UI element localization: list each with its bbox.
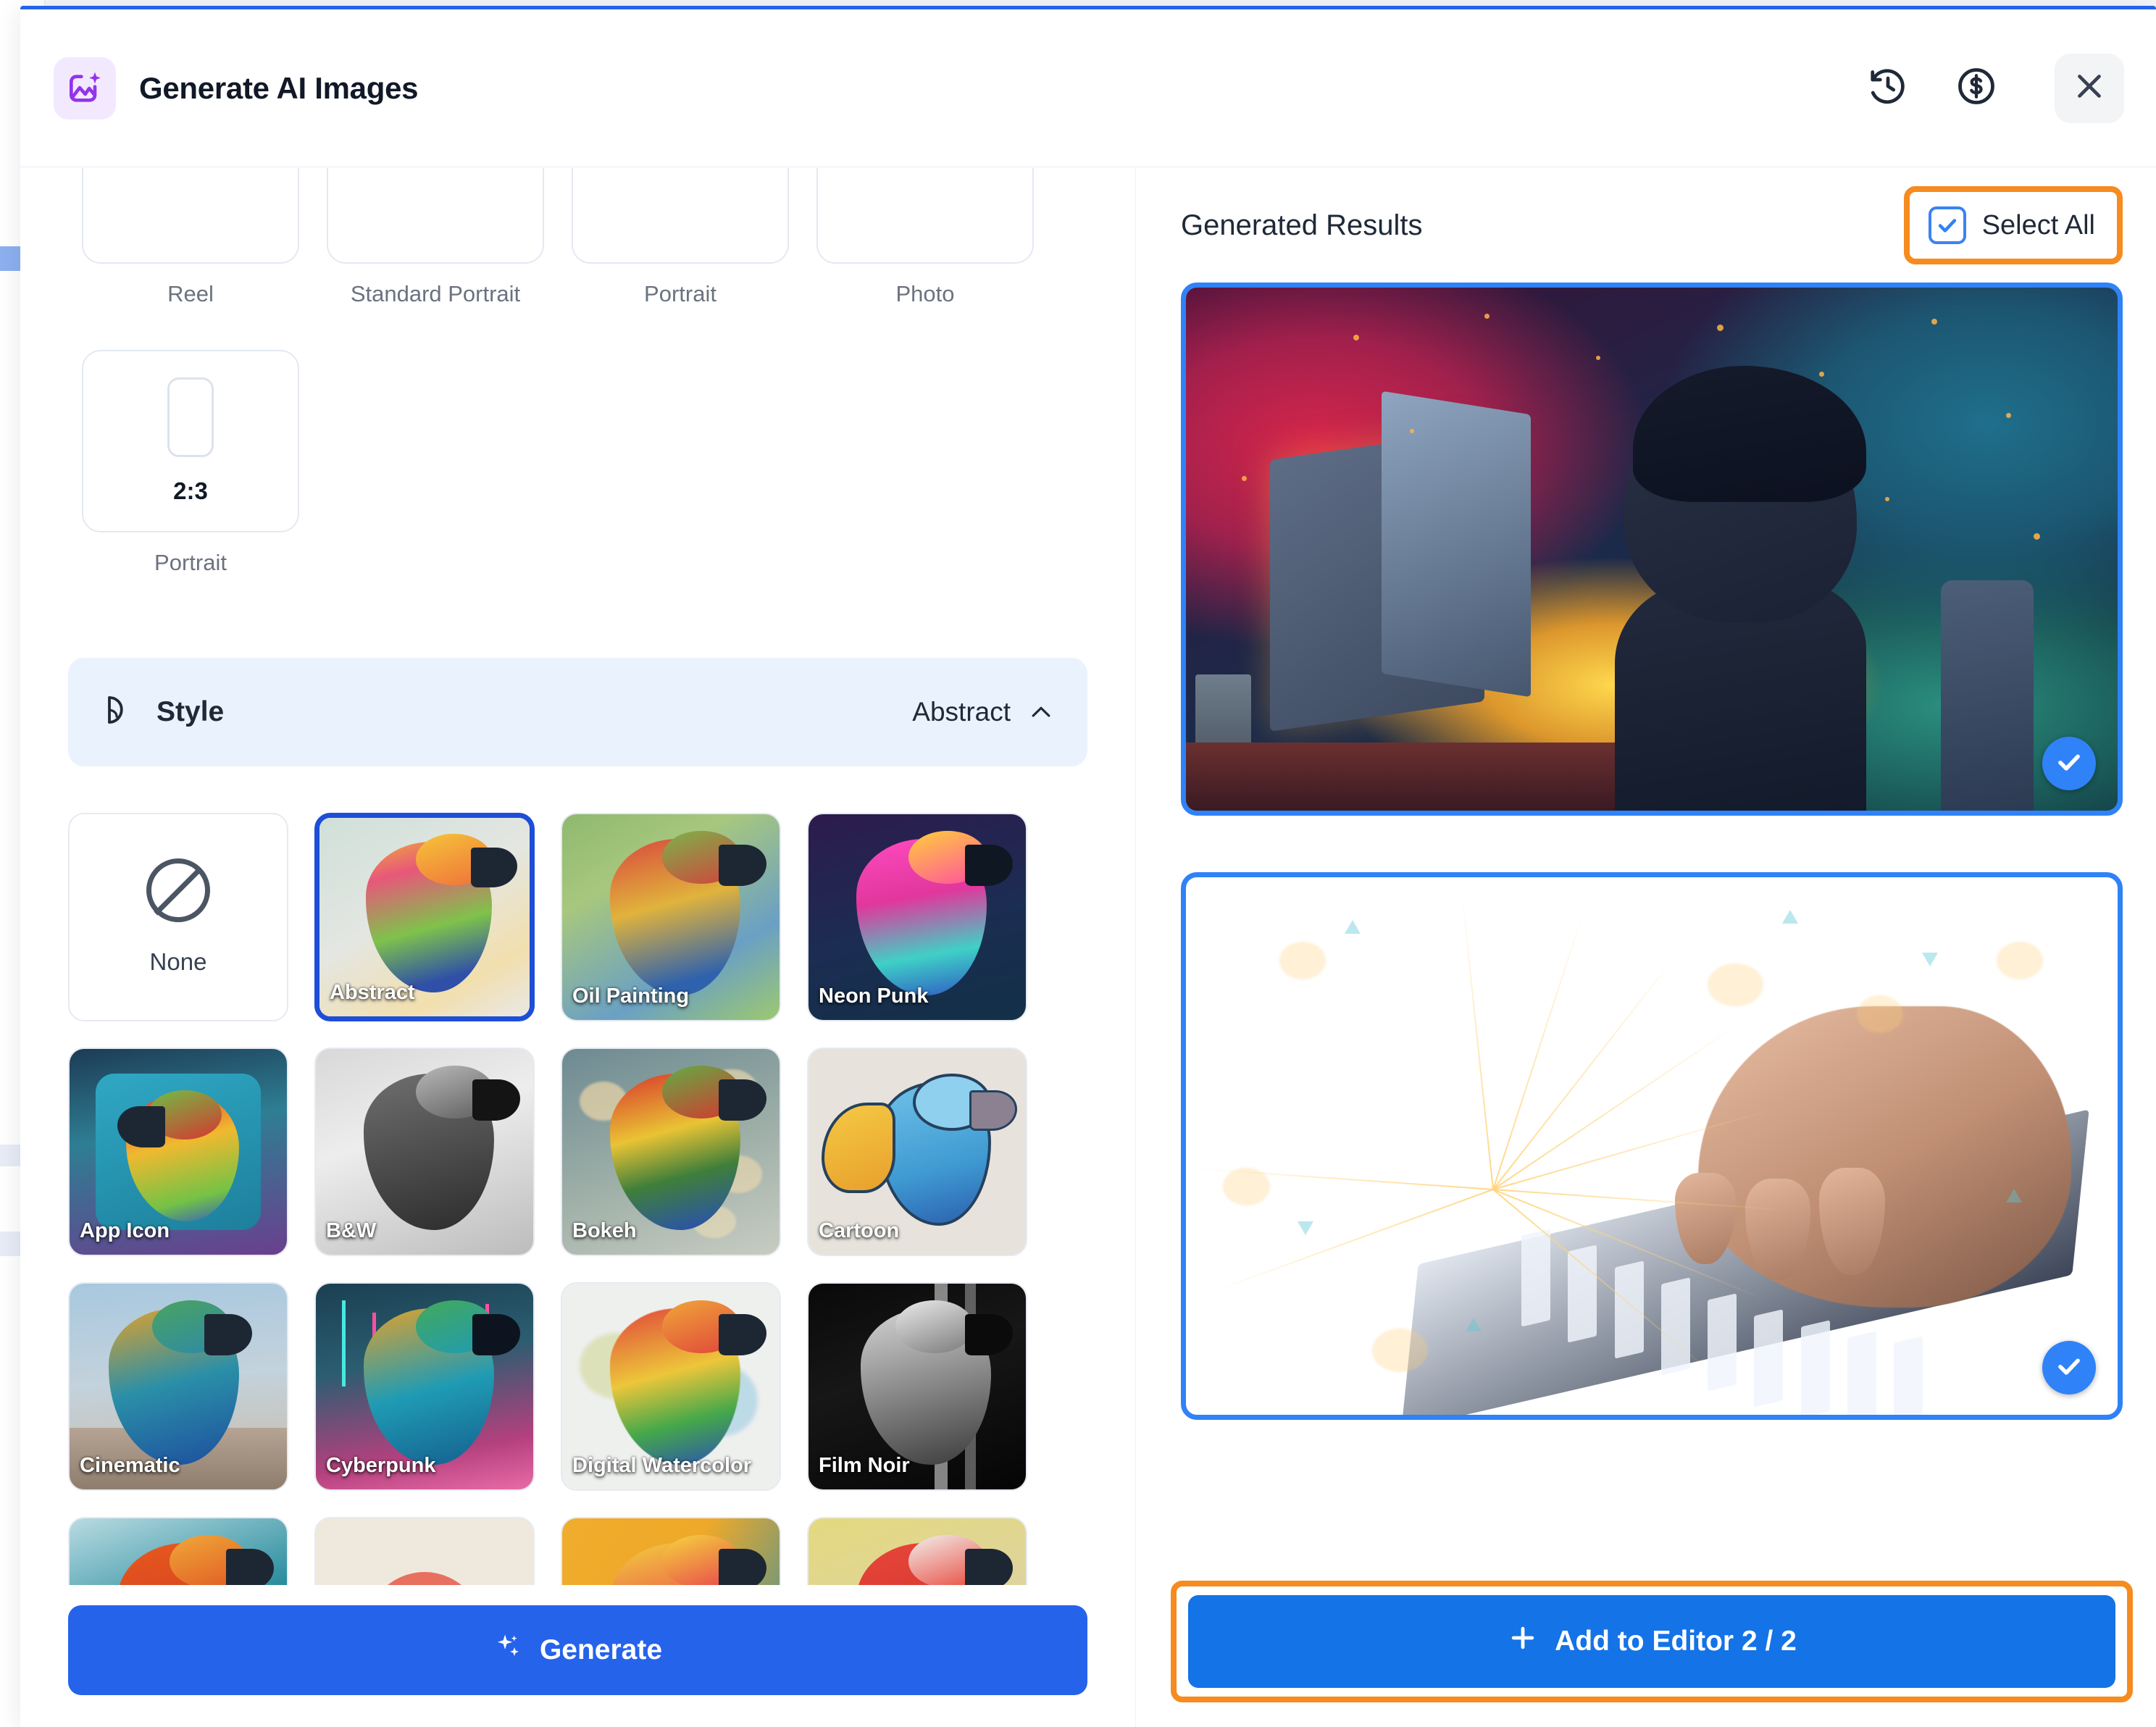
style-options-grid: None Abstract Oil Painting Neon Punk App… <box>68 812 1087 1585</box>
style-palette-icon <box>100 693 135 731</box>
style-option-row4-3[interactable] <box>561 1516 781 1585</box>
check-circle-icon <box>2053 1350 2085 1386</box>
add-to-editor-button[interactable]: Add to Editor 2 / 2 <box>1188 1595 2115 1688</box>
aspect-ratio-label: Reel <box>167 281 214 306</box>
result-image <box>1186 877 2118 1415</box>
close-button[interactable] <box>2055 53 2124 123</box>
result-image <box>1186 288 2118 811</box>
aspect-ratio-thumb: 2:3 <box>82 349 299 532</box>
result-card-hands-typing-keyboard[interactable] <box>1181 872 2123 1420</box>
style-option-label: B&W <box>326 1218 377 1242</box>
aspect-ratio-label: Photo <box>895 281 955 306</box>
style-option-label: Cyberpunk <box>326 1453 436 1477</box>
aspect-ratio-option-reel[interactable]: Reel <box>68 168 313 309</box>
style-option-bokeh[interactable]: Bokeh <box>561 1047 781 1256</box>
settings-scroll-area[interactable]: Reel Standard Portrait Portrait Photo 2:… <box>20 168 1135 1585</box>
aspect-ratio-option-2-3-portrait[interactable]: 2:3 Portrait <box>68 349 313 578</box>
aspect-ratio-thumb <box>327 168 544 264</box>
image-sparkle-icon <box>54 57 116 120</box>
select-all-annotation: Select All <box>1903 186 2123 264</box>
generate-button[interactable]: Generate <box>68 1605 1087 1695</box>
style-option-row4-4[interactable] <box>807 1516 1027 1585</box>
style-option-abstract[interactable]: Abstract <box>314 812 535 1021</box>
style-option-cartoon[interactable]: Cartoon <box>807 1047 1027 1256</box>
results-header: Generated Results Select All <box>1136 168 2156 283</box>
dialog-header: Generate AI Images <box>20 9 2156 167</box>
style-option-label: None <box>149 948 207 975</box>
results-title: Generated Results <box>1181 209 1423 241</box>
aspect-ratio-row-1: Reel Standard Portrait Portrait Photo <box>68 168 1087 309</box>
aspect-ratio-value: 2:3 <box>173 477 208 504</box>
style-selected-value: Abstract <box>912 696 1011 727</box>
style-option-digital-watercolor[interactable]: Digital Watercolor <box>561 1281 781 1491</box>
dialog-body: Reel Standard Portrait Portrait Photo 2:… <box>20 168 2156 1727</box>
style-option-label: App Icon <box>80 1218 170 1242</box>
style-option-cinematic[interactable]: Cinematic <box>68 1281 288 1491</box>
style-option-row4-1[interactable] <box>68 1516 288 1585</box>
select-all-toggle[interactable]: Select All <box>1921 201 2105 250</box>
dialog-title: Generate AI Images <box>139 70 419 105</box>
result-selected-badge[interactable] <box>2042 1341 2096 1394</box>
generate-button-label: Generate <box>539 1634 663 1665</box>
chevron-up-icon <box>1027 698 1056 727</box>
header-left-group: Generate AI Images <box>20 57 1853 120</box>
result-selected-badge[interactable] <box>2042 737 2096 790</box>
aspect-ratio-label: Portrait <box>644 281 716 306</box>
style-option-none[interactable]: None <box>68 812 288 1021</box>
style-option-label: Cinematic <box>80 1453 180 1477</box>
style-option-label: Film Noir <box>819 1453 910 1477</box>
aspect-ratio-label: Portrait <box>154 549 227 575</box>
style-option-label: Abstract <box>330 980 415 1004</box>
style-thumbnail <box>70 1518 287 1585</box>
style-option-bw[interactable]: B&W <box>314 1047 535 1256</box>
no-style-icon <box>146 858 210 922</box>
style-option-label: Cartoon <box>819 1218 900 1242</box>
add-to-editor-label: Add to Editor 2 / 2 <box>1555 1626 1797 1657</box>
aspect-ratio-thumb <box>816 168 1034 264</box>
style-thumbnail <box>316 1518 533 1585</box>
style-option-row4-2[interactable] <box>314 1516 535 1585</box>
style-option-neon-punk[interactable]: Neon Punk <box>807 812 1027 1021</box>
style-option-cyberpunk[interactable]: Cyberpunk <box>314 1281 535 1491</box>
style-option-label: Bokeh <box>572 1218 637 1242</box>
sparkle-icon <box>493 1631 524 1669</box>
select-all-checkbox[interactable] <box>1928 206 1966 244</box>
style-option-oil-painting[interactable]: Oil Painting <box>561 812 781 1021</box>
style-option-app-icon[interactable]: App Icon <box>68 1047 288 1256</box>
history-button[interactable] <box>1853 54 1923 123</box>
generate-button-container: Generate <box>68 1605 1087 1695</box>
aspect-ratio-option-photo[interactable]: Photo <box>803 168 1048 309</box>
select-all-label: Select All <box>1981 209 2095 241</box>
settings-panel: Reel Standard Portrait Portrait Photo 2:… <box>20 168 1136 1727</box>
style-section-left: Style <box>100 693 912 731</box>
check-circle-icon <box>2053 746 2085 782</box>
plus-icon <box>1507 1622 1539 1661</box>
aspect-ratio-thumb <box>82 168 299 264</box>
add-to-editor-annotation: Add to Editor 2 / 2 <box>1171 1581 2133 1702</box>
style-thumbnail <box>808 1518 1026 1585</box>
style-option-label: Digital Watercolor <box>572 1453 752 1477</box>
style-option-label: Neon Punk <box>819 984 929 1008</box>
style-option-label: Oil Painting <box>572 984 690 1008</box>
history-clock-icon <box>1866 64 1910 112</box>
header-actions <box>1853 53 2156 123</box>
results-panel: Generated Results Select All Add to Edit… <box>1136 168 2156 1727</box>
aspect-ratio-row-2: 2:3 Portrait <box>68 349 1087 578</box>
style-option-film-noir[interactable]: Film Noir <box>807 1281 1027 1491</box>
aspect-ratio-option-portrait[interactable]: Portrait <box>558 168 803 309</box>
result-card-boy-at-computer[interactable] <box>1181 283 2123 816</box>
style-thumbnail <box>562 1518 780 1585</box>
dollar-circle-icon <box>1955 64 1998 112</box>
portrait-frame-icon <box>167 377 214 457</box>
aspect-ratio-label: Standard Portrait <box>350 281 521 306</box>
style-section-toggle[interactable]: Style Abstract <box>68 657 1087 766</box>
style-section-title: Style <box>156 695 225 727</box>
generate-ai-images-dialog: Generate AI Images Reel Standard Portrai… <box>20 6 2156 1727</box>
generated-results-list[interactable] <box>1181 283 2123 1556</box>
close-x-icon <box>2070 67 2109 109</box>
aspect-ratio-option-standard-portrait[interactable]: Standard Portrait <box>313 168 558 309</box>
aspect-ratio-thumb <box>572 168 789 264</box>
credits-button[interactable] <box>1942 54 2011 123</box>
